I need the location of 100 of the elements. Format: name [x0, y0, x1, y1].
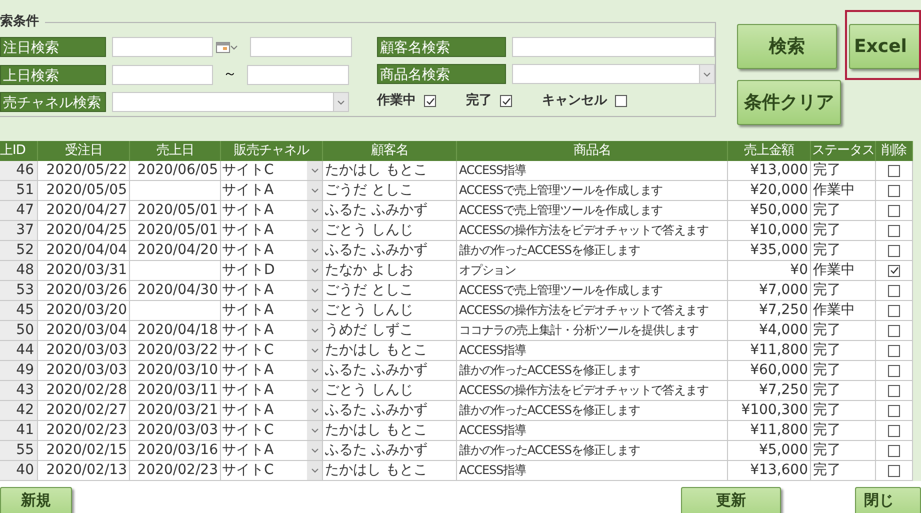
- delete-checkbox[interactable]: [888, 244, 900, 256]
- table-cell: ¥0: [728, 261, 811, 280]
- table-cell: ¥20,000: [728, 181, 811, 200]
- delete-checkbox[interactable]: [888, 384, 900, 396]
- channel-combo[interactable]: サイトD: [221, 261, 323, 280]
- chevron-down-icon: [310, 188, 318, 193]
- channel-combo[interactable]: サイトA: [221, 301, 323, 320]
- delete-checkbox[interactable]: [888, 344, 900, 356]
- table-cell: 2020/02/27: [38, 401, 130, 420]
- channel-combo[interactable]: サイトA: [221, 381, 323, 400]
- field-label: 売チャネル検索: [0, 92, 106, 112]
- table-cell: 誰かの作ったACCESSを修正します: [457, 401, 728, 420]
- table-cell: ¥4,000: [728, 321, 811, 340]
- channel-combo[interactable]: サイトA: [221, 441, 323, 460]
- status-checkbox[interactable]: [615, 95, 627, 107]
- channel-combo[interactable]: サイトC: [221, 461, 323, 480]
- delete-checkbox[interactable]: [888, 324, 900, 336]
- action-button[interactable]: 検索: [737, 24, 837, 69]
- id-cell: 45: [0, 301, 38, 320]
- table-cell: 作業中: [811, 261, 876, 280]
- delete-checkbox[interactable]: [888, 404, 900, 416]
- channel-combo[interactable]: サイトC: [221, 421, 323, 440]
- table-cell: うめだ しずこ: [323, 321, 457, 340]
- table-cell: ふるた ふみかず: [323, 201, 457, 220]
- date-input-field[interactable]: [112, 64, 213, 84]
- table-cell: 2020/03/04: [38, 321, 130, 340]
- status-checkbox[interactable]: [424, 95, 436, 107]
- id-cell: 55: [0, 441, 38, 460]
- table-cell: 2020/04/04: [38, 241, 130, 260]
- table-cell: 誰かの作ったACCESSを修正します: [457, 441, 728, 460]
- chevron-down-icon: [310, 288, 318, 293]
- delete-checkbox[interactable]: [888, 164, 900, 176]
- delete-checkbox[interactable]: [888, 364, 900, 376]
- id-cell: 42: [0, 401, 38, 420]
- chevron-down-icon: [310, 408, 318, 413]
- chevron-down-icon: [703, 72, 711, 76]
- table-cell: 2020/03/21: [130, 401, 221, 420]
- table-cell: ごとう しんじ: [323, 381, 457, 400]
- chevron-down-icon: [310, 448, 318, 453]
- channel-combo[interactable]: サイトC: [221, 161, 323, 180]
- action-button[interactable]: 更新: [681, 487, 781, 513]
- delete-checkbox[interactable]: [888, 424, 900, 436]
- channel-combo[interactable]: サイトC: [221, 341, 323, 360]
- table-cell: ACCESSで売上管理ツールを作成します: [457, 181, 728, 200]
- chevron-down-icon: [310, 308, 318, 313]
- table-cell: 完了: [811, 341, 876, 360]
- channel-combo[interactable]: サイトA: [221, 281, 323, 300]
- channel-combo[interactable]: サイトA: [221, 401, 323, 420]
- table-cell: 2020/02/15: [38, 441, 130, 460]
- table-cell: 誰かの作ったACCESSを修正します: [457, 241, 728, 260]
- delete-checkbox[interactable]: [888, 264, 900, 276]
- delete-checkbox[interactable]: [888, 204, 900, 216]
- table-cell: 完了: [811, 321, 876, 340]
- field-label: 商品名検索: [377, 64, 506, 84]
- table-cell: 2020/02/23: [38, 421, 130, 440]
- table-cell: 2020/03/26: [38, 281, 130, 300]
- field-label: 上日検索: [0, 64, 106, 84]
- filter-label: 作業中: [377, 92, 416, 110]
- table-cell: ふるた ふみかず: [323, 241, 457, 260]
- date-input-field[interactable]: [250, 37, 352, 57]
- delete-checkbox[interactable]: [888, 224, 900, 236]
- date-input-field[interactable]: [112, 37, 213, 57]
- table-cell: 2020/03/10: [130, 361, 221, 380]
- status-checkbox[interactable]: [500, 95, 512, 107]
- field-label: 注日検索: [0, 37, 106, 57]
- table-cell: ¥50,000: [728, 201, 811, 220]
- channel-combo[interactable]: サイトA: [221, 221, 323, 240]
- delete-checkbox[interactable]: [888, 184, 900, 196]
- action-button[interactable]: 閉じ: [855, 487, 921, 513]
- action-button[interactable]: Excel: [849, 24, 919, 69]
- id-cell: 52: [0, 241, 38, 260]
- action-button[interactable]: 条件クリア: [737, 80, 841, 125]
- channel-combo[interactable]: サイトA: [221, 201, 323, 220]
- delete-checkbox[interactable]: [888, 444, 900, 456]
- table-cell: ふるた ふみかず: [323, 401, 457, 420]
- delete-checkbox[interactable]: [888, 284, 900, 296]
- delete-checkbox[interactable]: [888, 304, 900, 316]
- chevron-down-icon: [310, 348, 318, 353]
- chevron-down-icon: [310, 428, 318, 433]
- table-cell: ¥60,000: [728, 361, 811, 380]
- field-label: 顧客名検索: [377, 37, 506, 57]
- calendar-icon[interactable]: [216, 42, 230, 52]
- table-cell: 完了: [811, 441, 876, 460]
- channel-combo[interactable]: サイトA: [221, 181, 323, 200]
- table-cell: ¥35,000: [728, 241, 811, 260]
- action-button[interactable]: 新規: [0, 487, 72, 513]
- delete-checkbox[interactable]: [888, 464, 900, 476]
- table-cell: オプション: [457, 261, 728, 280]
- channel-combo[interactable]: サイトA: [221, 321, 323, 340]
- table-cell: 2020/05/01: [130, 201, 221, 220]
- table-cell: ¥7,250: [728, 301, 811, 320]
- date-input-field[interactable]: [247, 64, 349, 84]
- channel-combo[interactable]: サイトA: [221, 241, 323, 260]
- chevron-down-icon: [337, 100, 345, 104]
- table-cell: ¥13,000: [728, 161, 811, 180]
- customer-input-field[interactable]: [512, 37, 715, 57]
- id-cell: 50: [0, 321, 38, 340]
- channel-combo[interactable]: サイトA: [221, 361, 323, 380]
- table-cell: ごうだ としこ: [323, 181, 457, 200]
- table-cell: たなか よしお: [323, 261, 457, 280]
